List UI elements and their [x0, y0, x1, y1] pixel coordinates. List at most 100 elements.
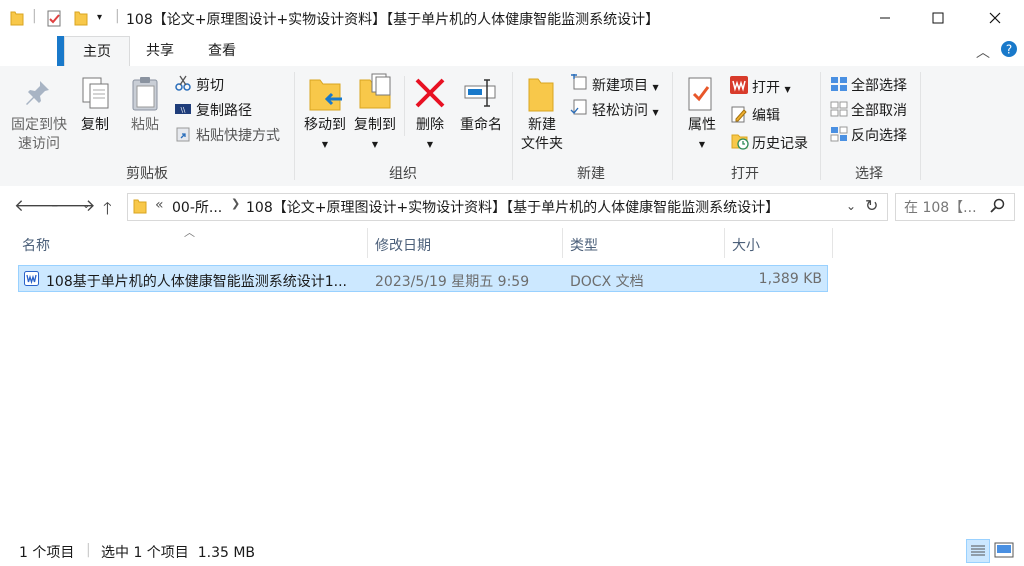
- group-separator: [920, 72, 921, 180]
- move-to-caret: ▼: [321, 140, 329, 149]
- address-dropdown-icon[interactable]: ⌄: [846, 199, 856, 213]
- move-to-button[interactable]: 移动到 ▼: [298, 116, 352, 154]
- copy-button[interactable]: 复制: [74, 116, 116, 135]
- select-none-icon: [830, 101, 848, 121]
- refresh-icon[interactable]: ↻: [865, 196, 878, 215]
- easy-access-icon: [570, 99, 588, 119]
- paste-shortcut-button[interactable]: 粘贴快捷方式: [196, 125, 280, 145]
- large-icons-view-icon[interactable]: [994, 541, 1014, 563]
- easy-access-label: 轻松访问: [592, 103, 648, 119]
- delete-caret: ▼: [426, 140, 434, 149]
- column-divider[interactable]: [724, 228, 725, 258]
- address-bar[interactable]: « 00-所... ❯ 108【论文+原理图设计+实物设计资料】【基于单片机的人…: [127, 193, 888, 221]
- copy-to-button[interactable]: 复制到 ▼: [348, 116, 402, 154]
- new-item-button[interactable]: 新建项目 ▼: [592, 75, 659, 95]
- help-icon[interactable]: ?: [1000, 40, 1018, 62]
- copy-path-button[interactable]: 复制路径: [196, 100, 252, 120]
- maximize-button[interactable]: [915, 0, 961, 36]
- properties-icon: [686, 75, 716, 117]
- tab-home[interactable]: 主页: [64, 36, 130, 67]
- close-button[interactable]: [972, 0, 1018, 36]
- details-view-icon[interactable]: [966, 539, 990, 563]
- minimize-button[interactable]: [862, 0, 908, 36]
- customize-toolbar-icon[interactable]: ▾: [97, 12, 102, 23]
- open-button[interactable]: 打开 ▼: [752, 77, 791, 97]
- history-icon: [731, 132, 749, 154]
- breadcrumb-item[interactable]: 00-所...: [172, 197, 222, 217]
- column-header-name[interactable]: 名称: [22, 235, 50, 255]
- copy-to-label: 复制到: [354, 117, 396, 133]
- edit-icon: [731, 105, 747, 127]
- select-all-button[interactable]: 全部选择: [851, 75, 907, 95]
- recent-locations-chevron-icon[interactable]: ⌄: [82, 200, 90, 211]
- new-folder-quick-icon[interactable]: [74, 10, 88, 30]
- pin-label-line1: 固定到快: [11, 117, 67, 133]
- item-count: 1 个项目: [19, 545, 75, 561]
- collapse-ribbon-icon[interactable]: ︿: [976, 42, 990, 62]
- open-group-label: 打开: [731, 166, 759, 182]
- separator: |: [86, 542, 91, 558]
- file-tab-edge[interactable]: [57, 36, 64, 66]
- group-separator: [672, 72, 673, 180]
- folder-icon: [133, 198, 147, 218]
- column-divider[interactable]: [832, 228, 833, 258]
- search-box[interactable]: 在 108【...: [895, 193, 1015, 221]
- invert-selection-button[interactable]: 反向选择: [851, 125, 907, 145]
- sort-ascending-icon: ︿: [184, 226, 195, 239]
- edit-button[interactable]: 编辑: [752, 105, 780, 125]
- group-separator: [820, 72, 821, 180]
- window-title: 108【论文+原理图设计+实物设计资料】【基于单片机的人体健康智能监测系统设计】: [126, 12, 660, 28]
- breadcrumb-overflow[interactable]: «: [155, 197, 164, 213]
- pin-to-quick-access-button[interactable]: 固定到快 速访问: [6, 116, 72, 154]
- copy-to-caret: ▼: [371, 140, 379, 149]
- rename-icon: [463, 76, 499, 114]
- pin-icon: [22, 78, 52, 112]
- new-folder-line2: 文件夹: [521, 136, 563, 152]
- tab-share[interactable]: 共享: [130, 36, 190, 66]
- new-group-label: 新建: [577, 166, 605, 182]
- tab-view[interactable]: 查看: [192, 36, 252, 66]
- delete-button[interactable]: 删除 ▼: [408, 116, 452, 154]
- paste-shortcut-icon: [176, 126, 190, 146]
- delete-label: 删除: [416, 117, 444, 133]
- properties-quick-icon[interactable]: [47, 10, 63, 31]
- cut-button[interactable]: 剪切: [196, 75, 224, 95]
- separator: |: [115, 8, 120, 24]
- copy-to-icon: [358, 73, 394, 115]
- new-item-icon: [570, 74, 588, 94]
- rename-button[interactable]: 重命名: [455, 116, 507, 135]
- file-row[interactable]: 108基于单片机的人体健康智能监测系统设计1... 2023/5/19 星期五 …: [18, 265, 828, 292]
- column-header-size[interactable]: 大小: [732, 235, 760, 255]
- svg-text:\\: \\: [181, 106, 186, 114]
- paste-button[interactable]: 粘贴: [124, 116, 166, 135]
- new-folder-button[interactable]: 新建 文件夹: [516, 116, 568, 154]
- new-folder-line1: 新建: [528, 117, 556, 133]
- column-divider[interactable]: [562, 228, 563, 258]
- delete-icon: [413, 76, 447, 114]
- history-button[interactable]: 历史记录: [752, 133, 808, 153]
- ribbon: 固定到快 速访问 复制 粘贴 剪切 \\ 复制路径 粘贴快捷方式 剪贴板 移动到…: [0, 66, 1024, 187]
- copy-path-icon: \\: [175, 103, 191, 119]
- column-header-modified[interactable]: 修改日期: [375, 235, 431, 255]
- select-none-button[interactable]: 全部取消: [851, 100, 907, 120]
- file-size: 1,389 KB: [758, 271, 822, 287]
- up-arrow-icon[interactable]: 🡑: [103, 196, 112, 225]
- breadcrumb-current[interactable]: 108【论文+原理图设计+实物设计资料】【基于单片机的人体健康智能监测系统设计】: [246, 197, 779, 217]
- file-name: 108基于单片机的人体健康智能监测系统设计1...: [46, 274, 347, 290]
- properties-button[interactable]: 属性 ▼: [680, 116, 724, 154]
- separator: [404, 76, 405, 136]
- breadcrumb-chevron-icon[interactable]: ❯: [231, 197, 240, 210]
- folder-icon: [10, 10, 24, 30]
- search-icon[interactable]: [990, 198, 1005, 217]
- wps-office-icon: [730, 76, 748, 98]
- ribbon-tabs: 主页 共享 查看 ︿ ?: [0, 36, 1024, 67]
- navigation-bar: 🡐 🡒 ⌄ 🡑 « 00-所... ❯ 108【论文+原理图设计+实物设计资料】…: [0, 186, 1024, 226]
- selection-info: 选中 1 个项目 1.35 MB: [101, 545, 256, 561]
- properties-label: 属性: [688, 117, 716, 133]
- easy-access-button[interactable]: 轻松访问 ▼: [592, 100, 659, 120]
- organize-group-label: 组织: [389, 166, 417, 182]
- column-header-type[interactable]: 类型: [570, 235, 598, 255]
- select-group-label: 选择: [855, 166, 883, 182]
- column-divider[interactable]: [367, 228, 368, 258]
- docx-file-icon: [24, 271, 39, 290]
